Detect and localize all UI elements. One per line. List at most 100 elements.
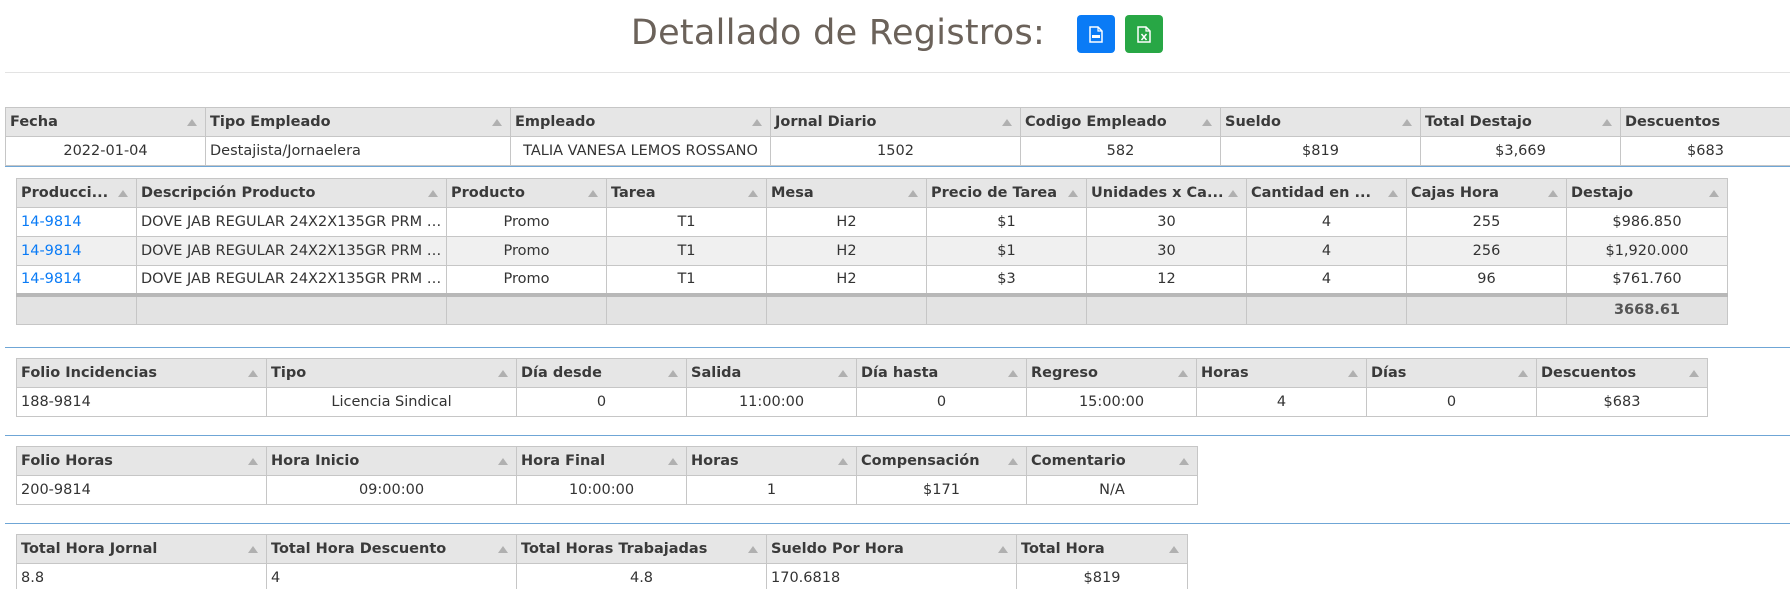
col-folio-horas[interactable]: Folio Horas: [16, 446, 267, 476]
production-total-row: 3668.61: [16, 292, 1728, 325]
col-total-hora-descuento[interactable]: Total Hora Descuento: [266, 534, 517, 564]
sort-icon: [492, 119, 502, 126]
table-row[interactable]: 8.8 4 4.8 170.6818 $819: [16, 563, 1188, 589]
cell-cantidad: 4: [1246, 207, 1407, 237]
cell-producto: Promo: [446, 236, 607, 266]
production-header-row: Producci... Descripción Producto Product…: [16, 178, 1728, 208]
cell-total-hora-descuento: 4: [266, 563, 517, 589]
produccion-link[interactable]: 14-9814: [21, 243, 82, 259]
col-folio-incidencias[interactable]: Folio Incidencias: [16, 358, 267, 388]
col-hora-final[interactable]: Hora Final: [516, 446, 687, 476]
production-table: Producci... Descripción Producto Product…: [16, 178, 1728, 325]
export-excel-button[interactable]: [1125, 15, 1164, 53]
sort-icon: [498, 458, 508, 465]
col-tarea[interactable]: Tarea: [606, 178, 767, 208]
produccion-link[interactable]: 14-9814: [21, 214, 82, 230]
cell-folio-horas: 200-9814: [16, 475, 267, 505]
col-total-hora[interactable]: Total Hora: [1016, 534, 1188, 564]
cell-total-destajo: $3,669: [1420, 136, 1621, 166]
hours-table: Folio Horas Hora Inicio Hora Final Horas…: [16, 446, 1198, 505]
sort-icon: [1402, 119, 1412, 126]
sort-icon: [498, 370, 508, 377]
col-precio-tarea[interactable]: Precio de Tarea: [926, 178, 1087, 208]
table-row[interactable]: 14-9814 DOVE JAB REGULAR 24X2X135GR PRM …: [16, 236, 1728, 266]
col-descuentos[interactable]: Descuentos: [1620, 107, 1790, 137]
cell-produccion: 14-9814: [16, 265, 137, 295]
cell-horas: 1: [686, 475, 857, 505]
sort-icon: [908, 190, 918, 197]
table-row[interactable]: 188-9814 Licencia Sindical 0 11:00:00 0 …: [16, 387, 1708, 417]
cell-horas: 4: [1196, 387, 1367, 417]
production-total: 3668.61: [1566, 292, 1728, 325]
sort-icon: [1518, 370, 1528, 377]
col-mesa[interactable]: Mesa: [766, 178, 927, 208]
col-salida[interactable]: Salida: [686, 358, 857, 388]
col-producto[interactable]: Producto: [446, 178, 607, 208]
sort-icon: [998, 546, 1008, 553]
table-row[interactable]: 2022-01-04 Destajista/Jornaelera TALIA V…: [5, 136, 1790, 166]
cell-cajas-hora: 96: [1406, 265, 1567, 295]
col-unidades-caja[interactable]: Unidades x Ca...: [1086, 178, 1247, 208]
header-divider: [5, 72, 1790, 73]
col-comentario[interactable]: Comentario: [1026, 446, 1198, 476]
export-pdf-button[interactable]: [1077, 15, 1116, 53]
col-total-destajo[interactable]: Total Destajo: [1420, 107, 1621, 137]
sort-icon: [187, 119, 197, 126]
sort-icon: [248, 370, 258, 377]
cell-total-horas-trabajadas: 4.8: [516, 563, 767, 589]
pdf-file-icon: [1089, 25, 1103, 43]
col-tipo[interactable]: Tipo: [266, 358, 517, 388]
col-dias[interactable]: Días: [1366, 358, 1537, 388]
sort-icon: [1548, 190, 1558, 197]
col-dia-hasta[interactable]: Día hasta: [856, 358, 1027, 388]
cell-empleado: TALIA VANESA LEMOS ROSSANO: [510, 136, 771, 166]
sort-icon: [428, 190, 438, 197]
cell-destajo: $986.850: [1566, 207, 1728, 237]
col-compensacion[interactable]: Compensación: [856, 446, 1027, 476]
col-cajas-hora[interactable]: Cajas Hora: [1406, 178, 1567, 208]
table-row[interactable]: 200-9814 09:00:00 10:00:00 1 $171 N/A: [16, 475, 1198, 505]
col-hora-inicio[interactable]: Hora Inicio: [266, 446, 517, 476]
col-dia-desde[interactable]: Día desde: [516, 358, 687, 388]
cell-descripcion: DOVE JAB REGULAR 24X2X135GR PRM 1...: [136, 236, 447, 266]
cell-produccion: 14-9814: [16, 236, 137, 266]
col-codigo-empleado[interactable]: Codigo Empleado: [1020, 107, 1221, 137]
col-descripcion-producto[interactable]: Descripción Producto: [136, 178, 447, 208]
cell-dia-desde: 0: [516, 387, 687, 417]
col-produccion[interactable]: Producci...: [16, 178, 137, 208]
cell-descripcion: DOVE JAB REGULAR 24X2X135GR PRM 1...: [136, 207, 447, 237]
col-empleado[interactable]: Empleado: [510, 107, 771, 137]
cell-mesa: H2: [766, 265, 927, 295]
col-regreso[interactable]: Regreso: [1026, 358, 1197, 388]
sort-icon: [498, 546, 508, 553]
produccion-link[interactable]: 14-9814: [21, 271, 82, 287]
sort-icon: [588, 190, 598, 197]
col-horas[interactable]: Horas: [686, 446, 857, 476]
sort-icon: [1068, 190, 1078, 197]
col-descuentos[interactable]: Descuentos: [1536, 358, 1708, 388]
table-row[interactable]: 14-9814 DOVE JAB REGULAR 24X2X135GR PRM …: [16, 207, 1728, 237]
col-tipo-empleado[interactable]: Tipo Empleado: [205, 107, 511, 137]
section-divider: [5, 435, 1790, 436]
col-total-horas-trabajadas[interactable]: Total Horas Trabajadas: [516, 534, 767, 564]
col-sueldo-por-hora[interactable]: Sueldo Por Hora: [766, 534, 1017, 564]
cell-folio: 188-9814: [16, 387, 267, 417]
col-horas[interactable]: Horas: [1196, 358, 1367, 388]
cell-compensacion: $171: [856, 475, 1027, 505]
cell-tarea: T1: [606, 265, 767, 295]
sort-icon: [748, 190, 758, 197]
sort-icon: [752, 119, 762, 126]
col-cantidad[interactable]: Cantidad en ...: [1246, 178, 1407, 208]
cell-unidades: 12: [1086, 265, 1247, 295]
col-jornal-diario[interactable]: Jornal Diario: [770, 107, 1021, 137]
col-destajo[interactable]: Destajo: [1566, 178, 1728, 208]
table-row[interactable]: 14-9814 DOVE JAB REGULAR 24X2X135GR PRM …: [16, 265, 1728, 295]
cell-dias: 0: [1366, 387, 1537, 417]
cell-tipo-empleado: Destajista/Jornaelera: [205, 136, 511, 166]
col-fecha[interactable]: Fecha: [5, 107, 206, 137]
sort-icon: [748, 546, 758, 553]
col-sueldo[interactable]: Sueldo: [1220, 107, 1421, 137]
cell-hora-inicio: 09:00:00: [266, 475, 517, 505]
cell-destajo: $1,920.000: [1566, 236, 1728, 266]
col-total-hora-jornal[interactable]: Total Hora Jornal: [16, 534, 267, 564]
